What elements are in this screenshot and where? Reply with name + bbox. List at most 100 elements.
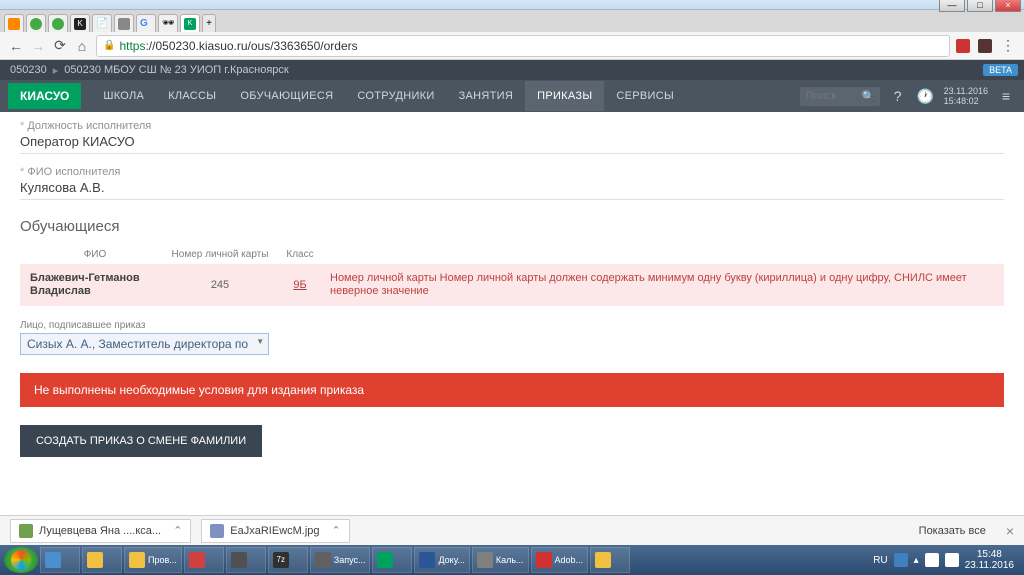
network-icon[interactable]	[925, 553, 939, 567]
ie-icon	[45, 552, 61, 568]
field-value[interactable]: Кулясова А.В.	[20, 180, 1004, 200]
app-icon	[595, 552, 611, 568]
chevron-down-icon[interactable]: ⌃	[332, 524, 341, 537]
browser-tab[interactable]	[114, 14, 134, 32]
beta-badge: BETA	[983, 64, 1018, 76]
taskbar-item[interactable]	[226, 547, 266, 573]
student-name[interactable]: Блажевич-Гетманов Владислав	[20, 272, 170, 298]
new-tab-button[interactable]: +	[202, 14, 216, 32]
col-card: Номер личной карты	[170, 249, 270, 260]
address-bar: ← → ⟳ ⌂ 🔒 https://050230.kiasuo.ru/ous/3…	[0, 32, 1024, 60]
browser-tab-active[interactable]: K	[180, 14, 200, 32]
chevron-down-icon[interactable]: ⌃	[173, 524, 182, 537]
breadcrumb: 050230 ▸ 050230 МБОУ СШ № 23 УИОП г.Крас…	[0, 60, 1024, 80]
start-button[interactable]	[4, 547, 38, 573]
breadcrumb-school[interactable]: 050230 МБОУ СШ № 23 УИОП г.Красноярск	[64, 64, 288, 76]
chevron-right-icon: ▸	[53, 64, 59, 77]
extension-icon[interactable]	[978, 39, 992, 53]
nav-services[interactable]: СЕРВИСЫ	[604, 81, 686, 111]
help-icon[interactable]: ?	[888, 88, 908, 104]
taskbar-item[interactable]	[372, 547, 412, 573]
downloads-bar: Лущевцева Яна ....кса... ⌃ EaJxaRIEwcM.j…	[0, 515, 1024, 545]
app-icon	[315, 552, 331, 568]
nav-lessons[interactable]: ЗАНЯТИЯ	[447, 81, 526, 111]
browser-tab[interactable]	[4, 14, 24, 32]
browser-tab[interactable]	[26, 14, 46, 32]
nav-school[interactable]: ШКОЛА	[91, 81, 156, 111]
field-value[interactable]: Оператор КИАСУО	[20, 134, 1004, 154]
taskbar-item[interactable]	[40, 547, 80, 573]
close-icon[interactable]: ×	[1006, 523, 1014, 539]
browser-tab[interactable]: 🕶	[158, 14, 178, 32]
window-minimize-button[interactable]: —	[939, 0, 965, 12]
class-link[interactable]: 9Б	[293, 279, 306, 291]
tray-up-icon[interactable]: ▴	[914, 555, 919, 566]
students-section-title: Обучающиеся	[20, 218, 1004, 235]
taskbar-item[interactable]	[184, 547, 224, 573]
taskbar-item[interactable]: Доку...	[414, 547, 469, 573]
window-close-button[interactable]: ×	[995, 0, 1021, 12]
download-item[interactable]: Лущевцева Яна ....кса... ⌃	[10, 519, 191, 543]
favicon-icon	[30, 18, 42, 30]
window-titlebar: — □ ×	[0, 0, 1024, 10]
reload-button[interactable]: ⟳	[52, 38, 68, 54]
language-indicator[interactable]: RU	[873, 555, 887, 566]
search-box[interactable]: 🔍	[800, 87, 880, 106]
download-item[interactable]: EaJxaRIEwcM.jpg ⌃	[201, 519, 349, 543]
nav-classes[interactable]: КЛАССЫ	[156, 81, 228, 111]
tray-icon[interactable]	[894, 553, 908, 567]
extension-icon[interactable]	[956, 39, 970, 53]
7zip-icon: 7z	[273, 552, 289, 568]
signer-select[interactable]: Сизых А. А., Заместитель директора по	[20, 333, 269, 355]
menu-icon[interactable]: ⋮	[1000, 38, 1016, 54]
browser-tab[interactable]: G	[136, 14, 156, 32]
download-filename: Лущевцева Яна ....кса...	[39, 525, 161, 537]
image-icon	[210, 524, 224, 538]
system-tray: RU ▴ 15:48 23.11.2016	[873, 549, 1020, 571]
student-class: 9Б	[270, 279, 330, 291]
create-order-button[interactable]: СОЗДАТЬ ПРИКАЗ О СМЕНЕ ФАМИЛИИ	[20, 425, 262, 457]
nav-orders[interactable]: ПРИКАЗЫ	[525, 81, 604, 111]
field-fio: ФИО исполнителя Кулясова А.В.	[20, 166, 1004, 200]
nav-staff[interactable]: СОТРУДНИКИ	[345, 81, 446, 111]
folder-icon	[129, 552, 145, 568]
windows-icon	[11, 550, 31, 570]
breadcrumb-code[interactable]: 050230	[10, 64, 47, 76]
taskbar-item[interactable]: 7z	[268, 547, 308, 573]
students-table: ФИО Номер личной карты Класс Блажевич-Ге…	[20, 245, 1004, 306]
hamburger-icon[interactable]: ≡	[996, 88, 1016, 104]
download-filename: EaJxaRIEwcM.jpg	[230, 525, 319, 537]
taskbar-item[interactable]: Пров...	[124, 547, 182, 573]
taskbar-clock[interactable]: 15:48 23.11.2016	[965, 549, 1014, 571]
nav-students[interactable]: ОБУЧАЮЩИЕСЯ	[228, 81, 345, 111]
search-input[interactable]	[806, 90, 856, 102]
browser-tab-strip: K 📄 G 🕶 K +	[0, 10, 1024, 32]
taskbar-item[interactable]: Запус...	[310, 547, 371, 573]
taskbar-item[interactable]	[590, 547, 630, 573]
explorer-icon	[87, 552, 103, 568]
forward-button[interactable]: →	[30, 38, 46, 54]
volume-icon[interactable]	[945, 553, 959, 567]
clock-icon[interactable]: 🕐	[916, 88, 936, 105]
col-class: Класс	[270, 249, 330, 260]
window-maximize-button[interactable]: □	[967, 0, 993, 12]
search-icon[interactable]: 🔍	[862, 90, 876, 103]
browser-tab[interactable]: K	[70, 14, 90, 32]
taskbar-item[interactable]	[82, 547, 122, 573]
signer-field: Лицо, подписавшее приказ Сизых А. А., За…	[20, 320, 1004, 355]
google-icon: G	[140, 18, 152, 30]
favicon-icon	[8, 18, 20, 30]
taskbar-item[interactable]: Каль...	[472, 547, 529, 573]
logo[interactable]: КИАСУО	[8, 83, 81, 109]
home-button[interactable]: ⌂	[74, 38, 90, 54]
browser-tab[interactable]	[48, 14, 68, 32]
favicon-icon	[118, 18, 130, 30]
field-label: Должность исполнителя	[20, 120, 1004, 132]
url-input[interactable]: 🔒 https://050230.kiasuo.ru/ous/3363650/o…	[96, 35, 950, 57]
show-all-downloads[interactable]: Показать все	[919, 525, 986, 537]
browser-tab[interactable]: 📄	[92, 14, 112, 32]
back-button[interactable]: ←	[8, 38, 24, 54]
taskbar-item[interactable]: Adob...	[531, 547, 589, 573]
lock-icon: 🔒	[103, 40, 115, 51]
word-icon	[419, 552, 435, 568]
